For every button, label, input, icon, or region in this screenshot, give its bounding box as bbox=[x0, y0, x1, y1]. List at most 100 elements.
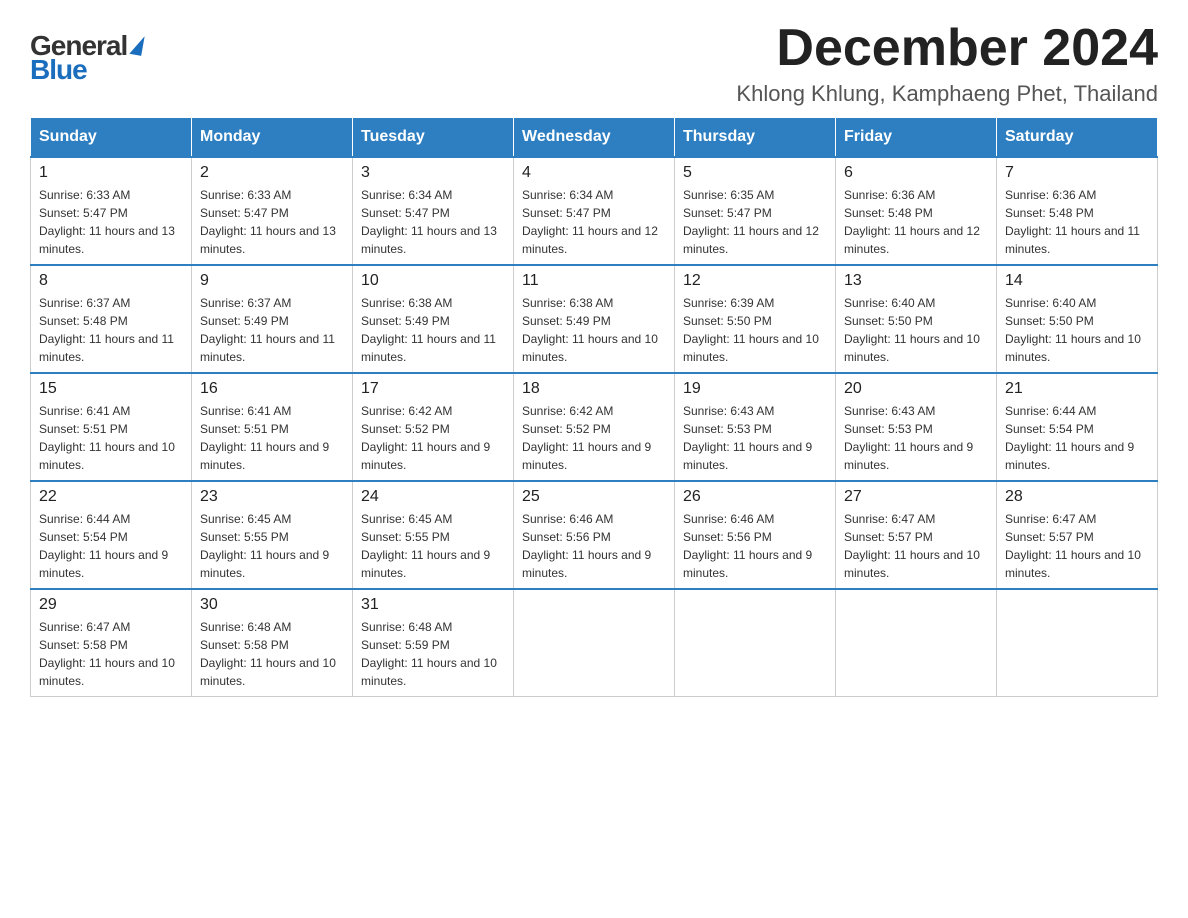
day-info: Sunrise: 6:34 AM Sunset: 5:47 PM Dayligh… bbox=[522, 186, 666, 258]
calendar-cell: 6 Sunrise: 6:36 AM Sunset: 5:48 PM Dayli… bbox=[836, 157, 997, 265]
page-header: General Blue December 2024 Khlong Khlung… bbox=[30, 20, 1158, 107]
day-number: 5 bbox=[683, 164, 827, 182]
day-number: 6 bbox=[844, 164, 988, 182]
week-row-5: 29 Sunrise: 6:47 AM Sunset: 5:58 PM Dayl… bbox=[31, 589, 1158, 697]
calendar-cell: 30 Sunrise: 6:48 AM Sunset: 5:58 PM Dayl… bbox=[192, 589, 353, 697]
calendar-cell bbox=[836, 589, 997, 697]
day-info: Sunrise: 6:46 AM Sunset: 5:56 PM Dayligh… bbox=[683, 510, 827, 582]
day-number: 24 bbox=[361, 488, 505, 506]
day-number: 22 bbox=[39, 488, 183, 506]
day-info: Sunrise: 6:42 AM Sunset: 5:52 PM Dayligh… bbox=[361, 402, 505, 474]
day-number: 20 bbox=[844, 380, 988, 398]
calendar-cell: 1 Sunrise: 6:33 AM Sunset: 5:47 PM Dayli… bbox=[31, 157, 192, 265]
day-number: 2 bbox=[200, 164, 344, 182]
day-info: Sunrise: 6:34 AM Sunset: 5:47 PM Dayligh… bbox=[361, 186, 505, 258]
day-number: 19 bbox=[683, 380, 827, 398]
week-row-3: 15 Sunrise: 6:41 AM Sunset: 5:51 PM Dayl… bbox=[31, 373, 1158, 481]
calendar-cell: 17 Sunrise: 6:42 AM Sunset: 5:52 PM Dayl… bbox=[353, 373, 514, 481]
calendar-cell: 19 Sunrise: 6:43 AM Sunset: 5:53 PM Dayl… bbox=[675, 373, 836, 481]
header-tuesday: Tuesday bbox=[353, 118, 514, 158]
day-info: Sunrise: 6:41 AM Sunset: 5:51 PM Dayligh… bbox=[200, 402, 344, 474]
calendar-cell: 7 Sunrise: 6:36 AM Sunset: 5:48 PM Dayli… bbox=[997, 157, 1158, 265]
calendar-cell: 27 Sunrise: 6:47 AM Sunset: 5:57 PM Dayl… bbox=[836, 481, 997, 589]
calendar-cell: 8 Sunrise: 6:37 AM Sunset: 5:48 PM Dayli… bbox=[31, 265, 192, 373]
day-number: 15 bbox=[39, 380, 183, 398]
day-number: 16 bbox=[200, 380, 344, 398]
calendar-cell bbox=[514, 589, 675, 697]
day-number: 27 bbox=[844, 488, 988, 506]
day-number: 28 bbox=[1005, 488, 1149, 506]
day-info: Sunrise: 6:43 AM Sunset: 5:53 PM Dayligh… bbox=[683, 402, 827, 474]
calendar-cell: 22 Sunrise: 6:44 AM Sunset: 5:54 PM Dayl… bbox=[31, 481, 192, 589]
calendar-cell: 11 Sunrise: 6:38 AM Sunset: 5:49 PM Dayl… bbox=[514, 265, 675, 373]
day-number: 7 bbox=[1005, 164, 1149, 182]
day-info: Sunrise: 6:36 AM Sunset: 5:48 PM Dayligh… bbox=[844, 186, 988, 258]
day-info: Sunrise: 6:36 AM Sunset: 5:48 PM Dayligh… bbox=[1005, 186, 1149, 258]
calendar-cell: 28 Sunrise: 6:47 AM Sunset: 5:57 PM Dayl… bbox=[997, 481, 1158, 589]
calendar-cell: 14 Sunrise: 6:40 AM Sunset: 5:50 PM Dayl… bbox=[997, 265, 1158, 373]
calendar-cell bbox=[675, 589, 836, 697]
calendar-cell: 29 Sunrise: 6:47 AM Sunset: 5:58 PM Dayl… bbox=[31, 589, 192, 697]
calendar-cell: 2 Sunrise: 6:33 AM Sunset: 5:47 PM Dayli… bbox=[192, 157, 353, 265]
calendar-cell: 18 Sunrise: 6:42 AM Sunset: 5:52 PM Dayl… bbox=[514, 373, 675, 481]
calendar-cell: 3 Sunrise: 6:34 AM Sunset: 5:47 PM Dayli… bbox=[353, 157, 514, 265]
calendar-cell: 5 Sunrise: 6:35 AM Sunset: 5:47 PM Dayli… bbox=[675, 157, 836, 265]
header-saturday: Saturday bbox=[997, 118, 1158, 158]
day-number: 8 bbox=[39, 272, 183, 290]
day-number: 10 bbox=[361, 272, 505, 290]
day-info: Sunrise: 6:43 AM Sunset: 5:53 PM Dayligh… bbox=[844, 402, 988, 474]
day-info: Sunrise: 6:47 AM Sunset: 5:58 PM Dayligh… bbox=[39, 618, 183, 690]
day-number: 12 bbox=[683, 272, 827, 290]
header-monday: Monday bbox=[192, 118, 353, 158]
calendar-cell bbox=[997, 589, 1158, 697]
day-info: Sunrise: 6:40 AM Sunset: 5:50 PM Dayligh… bbox=[844, 294, 988, 366]
day-info: Sunrise: 6:37 AM Sunset: 5:48 PM Dayligh… bbox=[39, 294, 183, 366]
calendar-cell: 23 Sunrise: 6:45 AM Sunset: 5:55 PM Dayl… bbox=[192, 481, 353, 589]
calendar-cell: 12 Sunrise: 6:39 AM Sunset: 5:50 PM Dayl… bbox=[675, 265, 836, 373]
calendar-cell: 20 Sunrise: 6:43 AM Sunset: 5:53 PM Dayl… bbox=[836, 373, 997, 481]
calendar-cell: 31 Sunrise: 6:48 AM Sunset: 5:59 PM Dayl… bbox=[353, 589, 514, 697]
logo: General Blue bbox=[30, 30, 143, 86]
week-row-2: 8 Sunrise: 6:37 AM Sunset: 5:48 PM Dayli… bbox=[31, 265, 1158, 373]
calendar-cell: 15 Sunrise: 6:41 AM Sunset: 5:51 PM Dayl… bbox=[31, 373, 192, 481]
header-wednesday: Wednesday bbox=[514, 118, 675, 158]
day-number: 29 bbox=[39, 596, 183, 614]
day-number: 9 bbox=[200, 272, 344, 290]
day-number: 17 bbox=[361, 380, 505, 398]
calendar-cell: 9 Sunrise: 6:37 AM Sunset: 5:49 PM Dayli… bbox=[192, 265, 353, 373]
week-row-4: 22 Sunrise: 6:44 AM Sunset: 5:54 PM Dayl… bbox=[31, 481, 1158, 589]
day-info: Sunrise: 6:37 AM Sunset: 5:49 PM Dayligh… bbox=[200, 294, 344, 366]
calendar-cell: 24 Sunrise: 6:45 AM Sunset: 5:55 PM Dayl… bbox=[353, 481, 514, 589]
day-info: Sunrise: 6:39 AM Sunset: 5:50 PM Dayligh… bbox=[683, 294, 827, 366]
day-number: 1 bbox=[39, 164, 183, 182]
calendar-cell: 4 Sunrise: 6:34 AM Sunset: 5:47 PM Dayli… bbox=[514, 157, 675, 265]
day-info: Sunrise: 6:46 AM Sunset: 5:56 PM Dayligh… bbox=[522, 510, 666, 582]
day-number: 18 bbox=[522, 380, 666, 398]
calendar-cell: 16 Sunrise: 6:41 AM Sunset: 5:51 PM Dayl… bbox=[192, 373, 353, 481]
day-number: 11 bbox=[522, 272, 666, 290]
title-area: December 2024 Khlong Khlung, Kamphaeng P… bbox=[736, 20, 1158, 107]
calendar-table: Sunday Monday Tuesday Wednesday Thursday… bbox=[30, 117, 1158, 697]
calendar-cell: 26 Sunrise: 6:46 AM Sunset: 5:56 PM Dayl… bbox=[675, 481, 836, 589]
day-number: 25 bbox=[522, 488, 666, 506]
calendar-cell: 21 Sunrise: 6:44 AM Sunset: 5:54 PM Dayl… bbox=[997, 373, 1158, 481]
day-info: Sunrise: 6:40 AM Sunset: 5:50 PM Dayligh… bbox=[1005, 294, 1149, 366]
calendar-cell: 10 Sunrise: 6:38 AM Sunset: 5:49 PM Dayl… bbox=[353, 265, 514, 373]
logo-blue-text: Blue bbox=[30, 54, 87, 86]
header-thursday: Thursday bbox=[675, 118, 836, 158]
week-row-1: 1 Sunrise: 6:33 AM Sunset: 5:47 PM Dayli… bbox=[31, 157, 1158, 265]
day-info: Sunrise: 6:41 AM Sunset: 5:51 PM Dayligh… bbox=[39, 402, 183, 474]
day-info: Sunrise: 6:35 AM Sunset: 5:47 PM Dayligh… bbox=[683, 186, 827, 258]
day-info: Sunrise: 6:47 AM Sunset: 5:57 PM Dayligh… bbox=[844, 510, 988, 582]
calendar-header-row: Sunday Monday Tuesday Wednesday Thursday… bbox=[31, 118, 1158, 158]
calendar-cell: 13 Sunrise: 6:40 AM Sunset: 5:50 PM Dayl… bbox=[836, 265, 997, 373]
day-number: 30 bbox=[200, 596, 344, 614]
day-info: Sunrise: 6:48 AM Sunset: 5:59 PM Dayligh… bbox=[361, 618, 505, 690]
month-year-title: December 2024 bbox=[736, 20, 1158, 77]
location-subtitle: Khlong Khlung, Kamphaeng Phet, Thailand bbox=[736, 81, 1158, 107]
day-number: 23 bbox=[200, 488, 344, 506]
day-number: 21 bbox=[1005, 380, 1149, 398]
day-number: 4 bbox=[522, 164, 666, 182]
day-info: Sunrise: 6:48 AM Sunset: 5:58 PM Dayligh… bbox=[200, 618, 344, 690]
day-number: 31 bbox=[361, 596, 505, 614]
